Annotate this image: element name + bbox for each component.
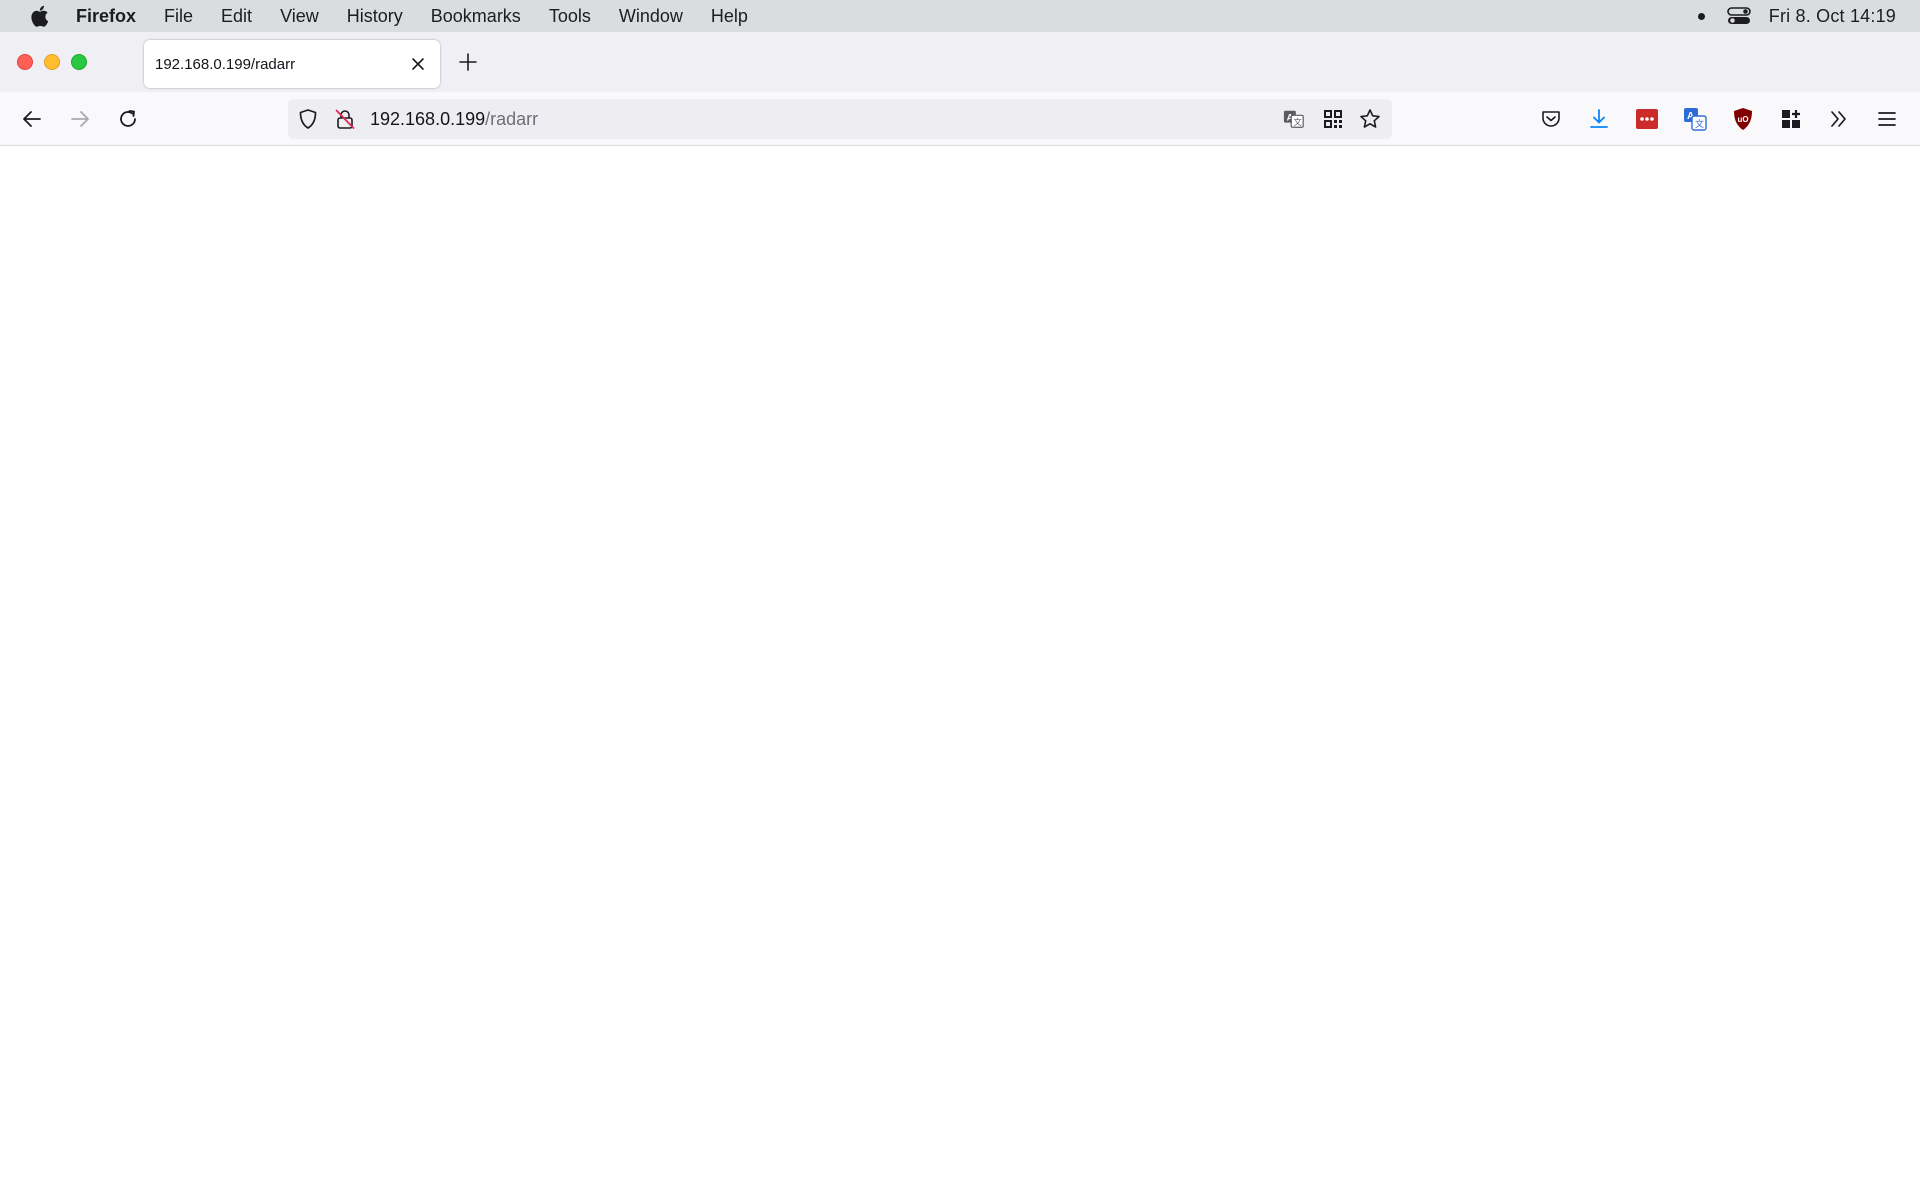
window-close-button[interactable] — [17, 54, 33, 70]
svg-text:文: 文 — [1695, 118, 1704, 130]
hamburger-menu-icon[interactable] — [1874, 106, 1900, 132]
reload-icon[interactable] — [114, 105, 142, 133]
menubar-clock[interactable]: Fri 8. Oct 14:19 — [1769, 6, 1896, 27]
extensions-icon[interactable] — [1778, 106, 1804, 132]
translator-extension-icon[interactable]: A文 — [1682, 106, 1708, 132]
url-text[interactable]: 192.168.0.199/radarr — [370, 109, 538, 130]
insecure-lock-icon[interactable] — [334, 108, 356, 130]
url-bar[interactable]: 192.168.0.199/radarr A文 — [288, 99, 1392, 139]
download-icon[interactable] — [1586, 106, 1612, 132]
menu-help[interactable]: Help — [697, 0, 762, 32]
overflow-chevrons-icon[interactable] — [1826, 106, 1852, 132]
arrow-left-icon[interactable] — [18, 105, 46, 133]
plus-icon[interactable] — [455, 49, 481, 75]
svg-text:uO: uO — [1738, 115, 1749, 124]
menu-app-firefox[interactable]: Firefox — [64, 0, 150, 32]
url-path: /radarr — [485, 109, 539, 129]
status-dot-icon — [1697, 12, 1705, 20]
menu-tools[interactable]: Tools — [535, 0, 605, 32]
menu-view[interactable]: View — [266, 0, 333, 32]
tab-strip: 192.168.0.199/radarr — [0, 32, 1920, 92]
menu-history[interactable]: History — [333, 0, 417, 32]
ublock-icon[interactable]: uO — [1730, 106, 1756, 132]
star-icon[interactable] — [1359, 108, 1381, 130]
qr-code-icon[interactable] — [1322, 108, 1344, 130]
close-icon[interactable] — [408, 54, 428, 74]
tab-title: 192.168.0.199/radarr — [155, 55, 296, 73]
translate-icon[interactable]: A文 — [1283, 108, 1305, 130]
page-content[interactable] — [0, 147, 1920, 1200]
url-host: 192.168.0.199 — [370, 109, 486, 129]
window-minimize-button[interactable] — [44, 54, 60, 70]
apple-logo-icon[interactable] — [26, 3, 52, 29]
shield-icon[interactable] — [297, 108, 319, 130]
arrow-right-icon[interactable] — [66, 105, 94, 133]
lastpass-icon[interactable] — [1634, 106, 1660, 132]
nav-toolbar: 192.168.0.199/radarr A文 A文 uO — [0, 92, 1920, 146]
pocket-icon[interactable] — [1538, 106, 1564, 132]
menu-bookmarks[interactable]: Bookmarks — [417, 0, 535, 32]
macos-menu-bar: Firefox File Edit View History Bookmarks… — [0, 0, 1920, 32]
menu-file[interactable]: File — [150, 0, 207, 32]
window-maximize-button[interactable] — [71, 54, 87, 70]
menu-window[interactable]: Window — [605, 0, 697, 32]
tab-active[interactable]: 192.168.0.199/radarr — [144, 40, 440, 88]
menu-edit[interactable]: Edit — [207, 0, 266, 32]
svg-text:文: 文 — [1294, 117, 1302, 127]
control-center-icon[interactable] — [1726, 7, 1751, 25]
